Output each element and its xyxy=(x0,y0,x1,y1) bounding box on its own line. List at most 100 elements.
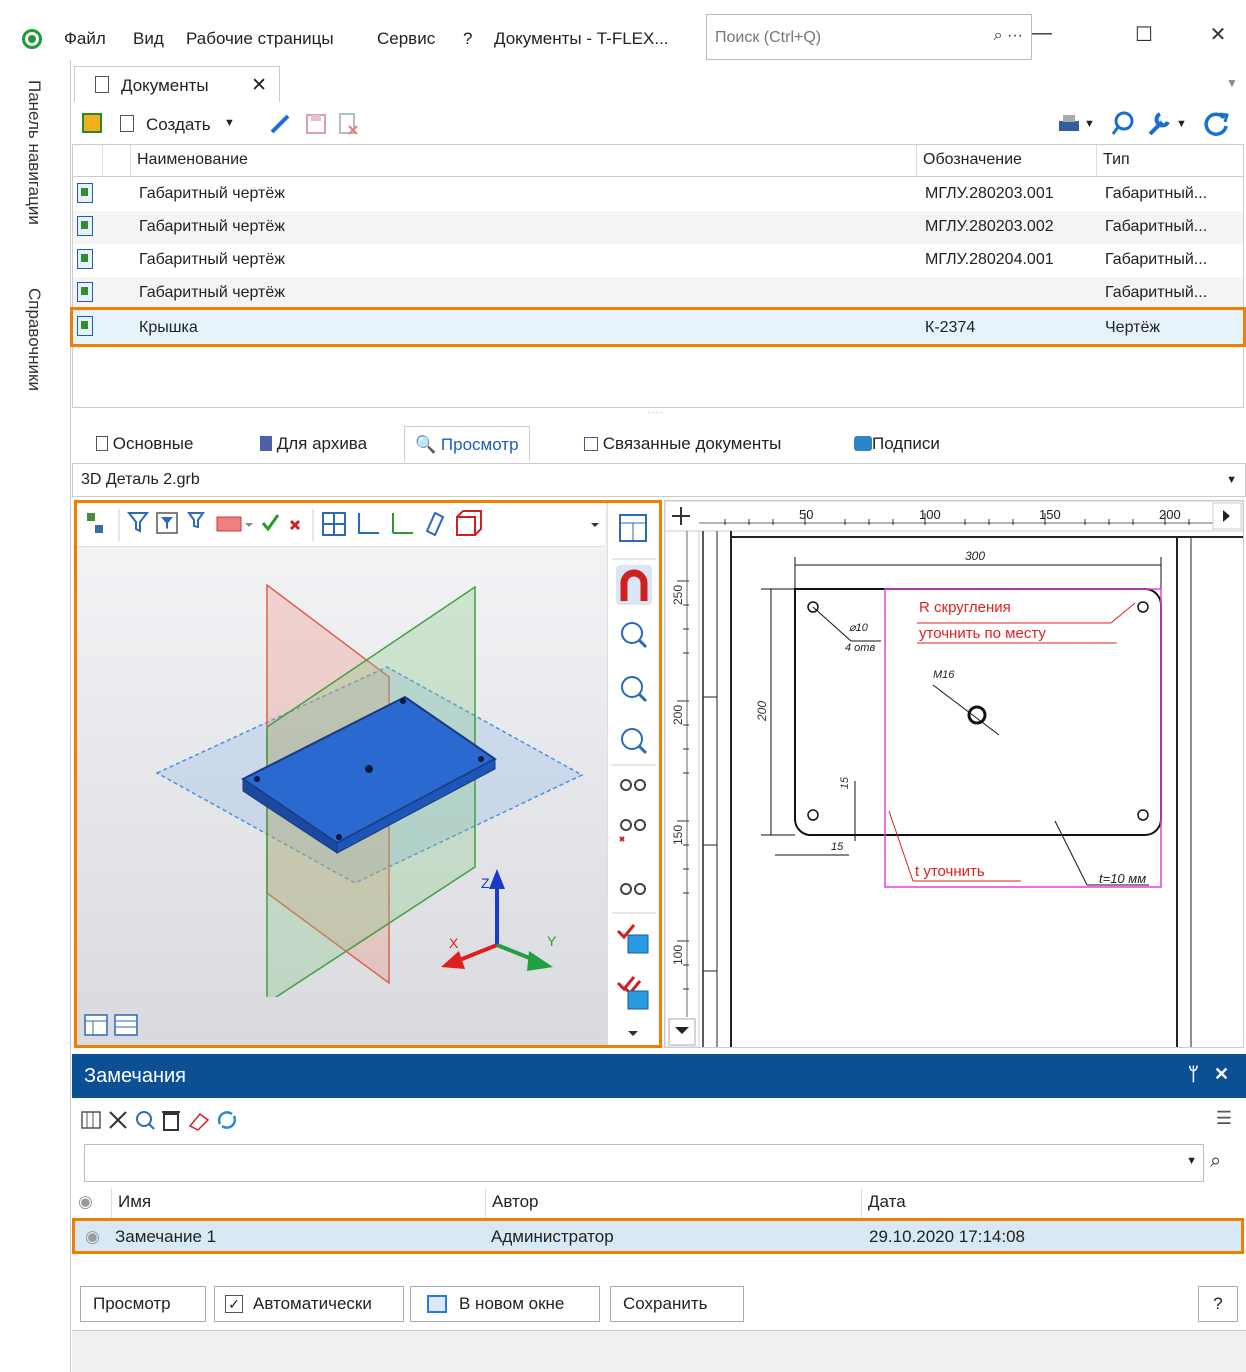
remarks-filter-input[interactable]: ▼ xyxy=(84,1144,1204,1182)
header-remark-date[interactable]: Дата xyxy=(862,1188,1246,1218)
auto-checkbox-label: Автоматически xyxy=(253,1294,372,1313)
axis-triad-icon[interactable] xyxy=(392,513,413,534)
tab-signatures[interactable]: Подписи xyxy=(844,426,950,462)
glasses-measure-icon[interactable] xyxy=(620,883,646,895)
filter-search-icon[interactable]: ⌕ xyxy=(1210,1150,1221,1173)
search-input[interactable]: Поиск (Ctrl+Q) ⌕ ··· xyxy=(706,14,1032,60)
search-tool-icon[interactable] xyxy=(1110,110,1136,138)
section-plane-icon[interactable] xyxy=(425,511,445,537)
layout-grid-icon[interactable] xyxy=(322,512,346,536)
filter-list-icon[interactable] xyxy=(187,512,205,529)
zoom-remark-icon[interactable] xyxy=(136,1111,155,1130)
folder-up-icon[interactable] xyxy=(82,113,102,133)
drawing-viewer[interactable]: 50 100 150 200 250 200 150 100 300 200 1… xyxy=(664,500,1244,1048)
minimize-button[interactable]: — xyxy=(1022,22,1062,50)
header-name[interactable]: Наименование xyxy=(131,145,917,177)
settings-wrench-icon[interactable] xyxy=(1146,110,1172,138)
cut-icon[interactable] xyxy=(109,1111,127,1129)
save-button[interactable]: Сохранить xyxy=(610,1286,744,1322)
remarks-close-icon[interactable]: ✕ xyxy=(1214,1064,1229,1085)
list-options-icon[interactable]: ☰ xyxy=(1216,1108,1232,1129)
linked-docs-icon xyxy=(584,437,598,451)
table-row[interactable]: Габаритный чертёж Габаритный... xyxy=(73,277,1243,310)
sync-icon[interactable] xyxy=(217,1111,237,1129)
toolbar-overflow-chevron-icon[interactable] xyxy=(591,523,599,527)
header-type[interactable]: Тип xyxy=(1097,145,1243,177)
glasses-icon[interactable] xyxy=(620,779,646,791)
box-view-icon[interactable] xyxy=(456,510,482,536)
header-remark-name[interactable]: Имя xyxy=(112,1188,486,1218)
model-tree-icon[interactable] xyxy=(87,513,103,533)
layout-switch-icons[interactable] xyxy=(83,1011,147,1041)
check-cube-icon[interactable] xyxy=(616,924,649,954)
tab-linked-docs[interactable]: Связанные документы xyxy=(574,426,791,462)
cell-code: МГЛУ.280204.001 xyxy=(925,251,1054,268)
visibility-eye-icon[interactable]: ◉ xyxy=(85,1227,100,1247)
tab-linked-docs-label: Связанные документы xyxy=(602,434,782,453)
remark-row-selected[interactable]: ◉ Замечание 1 Администратор 29.10.2020 1… xyxy=(72,1218,1244,1254)
zoom-fit-icon[interactable] xyxy=(621,676,648,703)
table-row[interactable]: Габаритный чертёж МГЛУ.280203.002 Габари… xyxy=(73,211,1243,244)
menu-help[interactable]: ? xyxy=(463,29,472,49)
eraser-icon[interactable] xyxy=(188,1112,210,1131)
file-select[interactable]: 3D Деталь 2.grb ▼ xyxy=(72,463,1246,497)
create-button[interactable]: Создать xyxy=(146,115,211,135)
edit-pencil-icon[interactable] xyxy=(268,112,292,136)
preview-button[interactable]: Просмотр xyxy=(80,1286,206,1322)
file-select-chevron-icon[interactable]: ▼ xyxy=(1226,474,1237,486)
table-row[interactable]: Габаритный чертёж МГЛУ.280203.001 Габари… xyxy=(73,178,1243,211)
maximize-button[interactable]: ☐ xyxy=(1124,22,1164,50)
table-row-selected[interactable]: Крышка К-2374 Чертёж xyxy=(70,307,1246,347)
help-button[interactable]: ? xyxy=(1198,1286,1238,1322)
zoom-window-icon[interactable] xyxy=(621,622,648,649)
refresh-icon[interactable] xyxy=(1202,110,1230,138)
filter-icon[interactable] xyxy=(126,512,150,533)
menu-view[interactable]: Вид xyxy=(133,29,164,49)
menu-workpages[interactable]: Рабочие страницы xyxy=(186,29,334,49)
auto-checkbox[interactable]: ✓ Автоматически xyxy=(214,1286,404,1322)
tab-documents[interactable]: Документы ✕ xyxy=(74,66,280,102)
double-check-cube-icon[interactable] xyxy=(616,976,649,1010)
delete-trash-icon[interactable] xyxy=(162,1111,180,1131)
filter-clear-icon[interactable] xyxy=(289,519,301,531)
filter-dropdown-chevron-icon[interactable]: ▼ xyxy=(1186,1155,1197,1167)
tab-list-chevron-icon[interactable]: ▼ xyxy=(1226,76,1238,90)
tab-preview[interactable]: 🔍 Просмотр xyxy=(404,426,530,462)
create-dropdown-chevron-icon[interactable]: ▼ xyxy=(224,117,235,129)
tab-close-icon[interactable]: ✕ xyxy=(251,74,267,97)
tab-archive[interactable]: Для архива xyxy=(250,426,377,462)
header-remark-author[interactable]: Автор xyxy=(486,1188,862,1218)
header-code[interactable]: Обозначение xyxy=(917,145,1097,177)
cancel-edit-icon[interactable] xyxy=(336,112,360,136)
filter-box-icon[interactable] xyxy=(156,512,178,534)
auto-checkbox-check-icon[interactable]: ✓ xyxy=(225,1295,243,1313)
sidebar-nav-panel[interactable]: Панель навигации xyxy=(24,80,44,225)
magnet-snap-icon[interactable] xyxy=(616,565,652,605)
close-button[interactable]: ✕ xyxy=(1198,22,1238,50)
save-disk-icon[interactable] xyxy=(304,112,328,136)
model-3d-viewer[interactable]: Z X Y xyxy=(74,500,662,1048)
sidebar-references[interactable]: Справочники xyxy=(24,288,44,391)
split-view-icon[interactable] xyxy=(619,514,647,542)
axis-lines-icon[interactable] xyxy=(358,513,379,534)
print-icon[interactable] xyxy=(1056,112,1082,136)
settings-dropdown-chevron-icon[interactable]: ▼ xyxy=(1176,118,1187,130)
new-window-button[interactable]: В новом окне xyxy=(410,1286,600,1322)
search-icon[interactable]: ⌕ ··· xyxy=(994,27,1023,45)
filter-apply-icon[interactable] xyxy=(261,514,280,532)
highlight-color-icon[interactable] xyxy=(216,516,242,532)
tab-main[interactable]: Основные xyxy=(86,426,203,462)
pin-icon[interactable]: ᛘ xyxy=(1188,1064,1199,1085)
menu-file[interactable]: Файл xyxy=(64,29,106,49)
table-row[interactable]: Габаритный чертёж МГЛУ.280204.001 Габари… xyxy=(73,244,1243,277)
zoom-previous-icon[interactable] xyxy=(621,728,648,755)
add-remark-icon[interactable] xyxy=(81,1111,101,1129)
splitter-grip-icon[interactable]: .... xyxy=(648,405,663,416)
new-window-icon xyxy=(427,1295,447,1313)
side-panel: Панель навигации Справочники xyxy=(0,68,70,1372)
side-toolbar-chevron-icon[interactable] xyxy=(628,1031,638,1036)
highlight-dropdown-chevron-icon[interactable] xyxy=(245,523,253,527)
glasses-hide-icon[interactable] xyxy=(619,819,646,842)
print-dropdown-chevron-icon[interactable]: ▼ xyxy=(1084,118,1095,130)
menu-service[interactable]: Сервис xyxy=(377,29,435,49)
